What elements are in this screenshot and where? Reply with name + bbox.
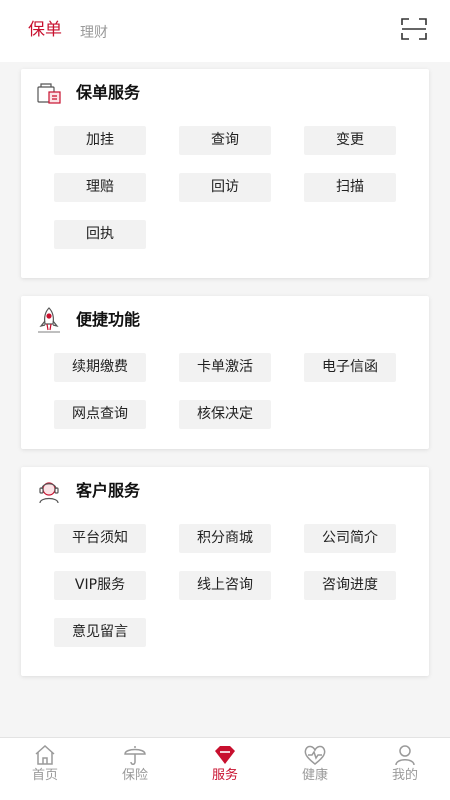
tab-service[interactable]: 服务 [180, 738, 270, 800]
scan-icon[interactable] [401, 18, 427, 40]
rocket-icon [35, 306, 63, 334]
branch-query-button[interactable]: 网点查询 [54, 400, 146, 429]
query-button[interactable]: 查询 [179, 126, 271, 155]
underwriting-decision-button[interactable]: 核保决定 [179, 400, 271, 429]
tab-insurance[interactable]: 保险 [90, 738, 180, 800]
home-icon [33, 744, 57, 766]
feedback-button[interactable]: 意见留言 [54, 618, 146, 647]
claim-button[interactable]: 理赔 [54, 173, 146, 202]
content-area: 保单服务 加挂 查询 变更 理赔 回访 扫描 回执 便捷功能 续期缴费 卡单激活… [0, 62, 450, 737]
policy-service-card: 保单服务 加挂 查询 变更 理赔 回访 扫描 回执 [21, 69, 429, 278]
online-consult-button[interactable]: 线上咨询 [179, 571, 271, 600]
card-header: 便捷功能 [21, 296, 429, 346]
bottom-tab-bar: 首页 保险 服务 健康 我的 [0, 737, 450, 800]
revisit-button[interactable]: 回访 [179, 173, 271, 202]
receipt-button[interactable]: 回执 [54, 220, 146, 249]
tab-wealth-management[interactable]: 理财 [80, 22, 108, 44]
tab-policy[interactable]: 保单 [28, 19, 62, 41]
person-icon [393, 744, 417, 766]
tab-health[interactable]: 健康 [270, 738, 360, 800]
tab-label: 健康 [301, 768, 328, 783]
card-title: 客户服务 [76, 481, 141, 500]
platform-notice-button[interactable]: 平台须知 [54, 524, 146, 553]
card-title: 保单服务 [76, 83, 141, 102]
company-intro-button[interactable]: 公司简介 [304, 524, 396, 553]
customer-service-card: 客户服务 平台须知 积分商城 公司简介 VIP服务 线上咨询 咨询进度 意见留言 [21, 467, 429, 676]
convenient-functions-card: 便捷功能 续期缴费 卡单激活 电子信函 网点查询 核保决定 [21, 296, 429, 449]
card-title: 便捷功能 [76, 310, 141, 329]
change-button[interactable]: 变更 [304, 126, 396, 155]
consult-progress-button[interactable]: 咨询进度 [304, 571, 396, 600]
tab-home[interactable]: 首页 [0, 738, 90, 800]
top-header: 保单 理财 [0, 0, 450, 62]
tab-label: 首页 [31, 768, 58, 783]
card-activation-button[interactable]: 卡单激活 [179, 353, 271, 382]
electronic-letter-button[interactable]: 电子信函 [304, 353, 396, 382]
vip-service-button[interactable]: VIP服务 [54, 571, 146, 600]
add-policy-button[interactable]: 加挂 [54, 126, 146, 155]
policy-document-icon [35, 79, 63, 107]
tab-label: 我的 [391, 768, 418, 783]
heart-pulse-icon [303, 744, 327, 766]
renewal-payment-button[interactable]: 续期缴费 [54, 353, 146, 382]
tab-label: 保险 [121, 768, 148, 783]
points-mall-button[interactable]: 积分商城 [179, 524, 271, 553]
card-header: 客户服务 [21, 467, 429, 517]
card-header: 保单服务 [21, 69, 429, 119]
service-gem-icon [213, 744, 237, 766]
umbrella-icon [123, 744, 147, 766]
tab-label: 服务 [211, 768, 238, 783]
scan-button[interactable]: 扫描 [304, 173, 396, 202]
tab-mine[interactable]: 我的 [360, 738, 450, 800]
customer-service-agent-icon [35, 477, 63, 505]
